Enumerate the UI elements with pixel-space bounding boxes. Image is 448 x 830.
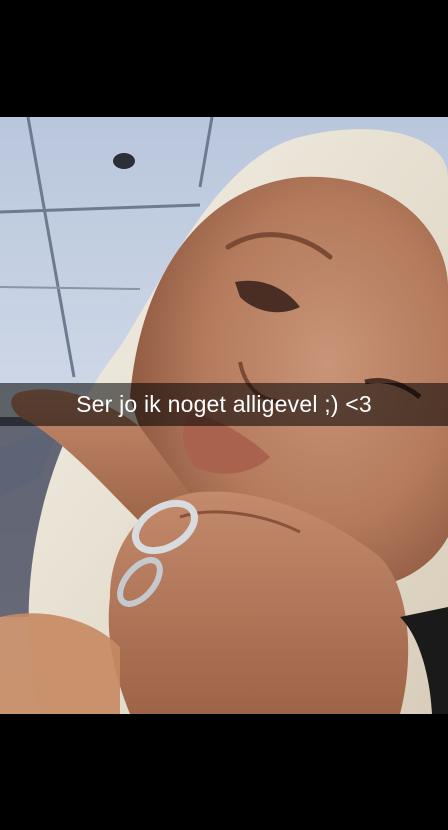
snap-caption-bar: Ser jo ik noget alligevel ;) <3	[0, 383, 448, 426]
top-letterbox-bar	[0, 0, 448, 117]
bottom-letterbox-bar	[0, 714, 448, 830]
snap-caption-text: Ser jo ik noget alligevel ;) <3	[76, 391, 372, 417]
